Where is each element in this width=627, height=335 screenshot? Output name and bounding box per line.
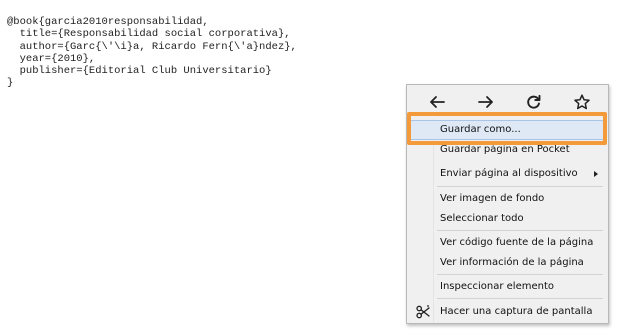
back-arrow-icon[interactable]: [425, 92, 449, 112]
bibtex-text: @book{garcia2010responsabilidad, title={…: [7, 16, 297, 90]
bibtex-line: author={Garc{\'\i}a, Ricardo Fern{\'a}nd…: [7, 40, 297, 53]
highlight-frame: [407, 112, 607, 145]
menu-item-inspeccionar-elemento[interactable]: Inspeccionar elemento: [410, 277, 606, 297]
menu-item-enviar-a-dispositivo[interactable]: Enviar página al dispositivo: [410, 164, 606, 184]
menu-item-ver-codigo-fuente[interactable]: Ver código fuente de la página: [410, 233, 606, 253]
menu-item-label: Enviar página al dispositivo: [440, 168, 578, 179]
submenu-arrow-icon: [594, 171, 598, 177]
menu-item-seleccionar-todo[interactable]: Seleccionar todo: [410, 209, 606, 229]
menu-item-captura-de-pantalla[interactable]: Hacer una captura de pantalla: [410, 302, 606, 322]
bibtex-line: year={2010},: [7, 52, 96, 65]
menu-item-label: Seleccionar todo: [440, 213, 524, 224]
menu-separator: [437, 274, 603, 275]
menu-item-label: Ver información de la página: [440, 257, 584, 268]
scissors-icon: [416, 305, 430, 319]
bibtex-line: title={Responsabilidad social corporativ…: [7, 28, 291, 41]
menu-separator: [437, 298, 603, 299]
menu-item-label: Ver código fuente de la página: [440, 237, 594, 248]
menu-item-label: Hacer una captura de pantalla: [440, 306, 593, 317]
bookmark-star-icon[interactable]: [570, 92, 594, 112]
menu-item-ver-informacion[interactable]: Ver información de la página: [410, 253, 606, 273]
reload-icon[interactable]: [522, 92, 546, 112]
menu-item-label: Inspeccionar elemento: [440, 281, 554, 292]
menu-item-label: Ver imagen de fondo: [440, 193, 545, 204]
menu-item-label: Guardar página en Pocket: [440, 144, 570, 155]
menu-item-ver-imagen-de-fondo[interactable]: Ver imagen de fondo: [410, 189, 606, 209]
bibtex-line: @book{garcia2010responsabilidad,: [7, 16, 209, 28]
bibtex-line: publisher={Editorial Club Universitario}: [7, 65, 272, 78]
forward-arrow-icon[interactable]: [474, 92, 498, 112]
menu-separator: [437, 230, 603, 231]
bibtex-line: }: [7, 77, 14, 90]
menu-separator: [437, 186, 603, 187]
